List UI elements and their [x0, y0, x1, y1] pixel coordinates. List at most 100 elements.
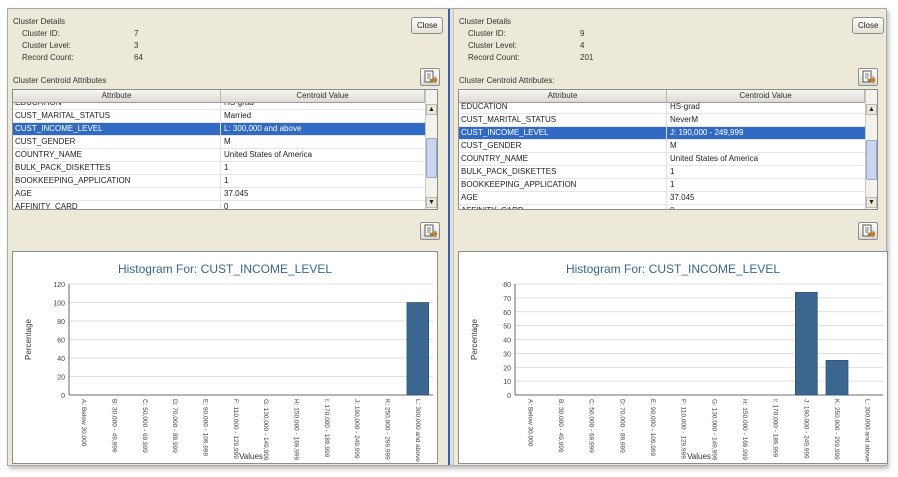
table-row[interactable]: COUNTRY_NAME United States of America — [459, 153, 865, 166]
table-row[interactable]: CUST_INCOME_LEVEL L: 300,000 and above — [13, 123, 425, 136]
centroid-value-cell: NeverM — [670, 115, 699, 124]
column-header-attribute[interactable]: Attribute — [13, 90, 221, 103]
centroid-value-cell: 1 — [670, 167, 675, 176]
table-row[interactable]: BULK_PACK_DISKETTES 1 — [459, 166, 865, 179]
cluster-details-title: Cluster Details — [459, 17, 512, 26]
chart-title: Histogram For: CUST_INCOME_LEVEL — [118, 262, 332, 276]
table-row[interactable]: CUST_MARITAL_STATUS Married — [13, 110, 425, 123]
scroll-down-icon[interactable]: ▼ — [866, 197, 877, 208]
detail-value: 201 — [580, 53, 594, 62]
centroid-value-cell: 1 — [670, 180, 675, 189]
scroll-down-icon[interactable]: ▼ — [426, 197, 437, 208]
y-tick-label: 20 — [503, 365, 511, 372]
centroid-attributes-title: Cluster Centroid Attributes: — [459, 76, 555, 85]
x-axis-label: Values — [687, 452, 711, 461]
table-row[interactable]: CUST_INCOME_LEVEL J: 190,000 - 249,999 — [459, 127, 865, 140]
centroid-value-cell: United States of America — [670, 154, 759, 163]
x-tick-label: G: 130,000 - 149,999 — [262, 399, 269, 461]
x-tick-label: H: 150,000 - 169,999 — [293, 399, 300, 460]
y-tick-label: 70 — [503, 296, 511, 303]
table-row[interactable]: BOOKKEEPING_APPLICATION 1 — [13, 175, 425, 188]
table-row[interactable]: AGE 37.045 — [13, 188, 425, 201]
x-tick-label: J: 190,000 - 249,999 — [353, 399, 360, 459]
x-tick-label: C: 50,000 - 69,999 — [588, 399, 595, 453]
table-row[interactable]: BOOKKEEPING_APPLICATION 1 — [459, 179, 865, 192]
attribute-cell: CUST_GENDER — [13, 136, 221, 148]
export-chart-button[interactable] — [858, 222, 878, 240]
detail-value: 7 — [134, 29, 139, 38]
y-tick-label: 0 — [507, 393, 511, 400]
table-row[interactable]: CUST_MARITAL_STATUS NeverM — [459, 114, 865, 127]
histogram-chart: Histogram For: CUST_INCOME_LEVEL 0 20 40 60 8… — [12, 251, 438, 464]
y-tick-label: 40 — [57, 356, 65, 363]
scroll-up-icon[interactable]: ▲ — [426, 104, 437, 115]
y-tick-label: 120 — [53, 282, 65, 289]
table-vertical-scrollbar[interactable]: ▲ ▼ — [425, 90, 437, 209]
x-tick-label: D: 70,000 - 89,999 — [618, 399, 625, 453]
export-table-button[interactable] — [858, 68, 878, 86]
table-row[interactable]: AFFINITY_CARD0 — [459, 205, 865, 209]
cluster-panel-2: Cluster Details Cluster ID: 9 Cluster Level… — [454, 9, 888, 465]
column-header-centroid-value[interactable]: Centroid Value — [667, 90, 865, 103]
detail-value: 4 — [580, 41, 585, 50]
cluster-panel-1: Cluster Details Cluster ID: 7 Cluster Level… — [8, 9, 448, 465]
histogram-svg: Histogram For: CUST_INCOME_LEVEL 0 20 40 60 8… — [24, 262, 433, 462]
y-tick-label: 100 — [53, 301, 65, 308]
centroid-value-cell: United States of America — [224, 150, 313, 159]
centroid-value-cell: M — [224, 137, 231, 146]
y-tick-label: 40 — [503, 338, 511, 345]
attribute-cell: BOOKKEEPING_APPLICATION — [459, 179, 667, 191]
centroid-value-cell: HS-grad — [670, 103, 700, 111]
x-tick-label: H: 150,000 - 169,999 — [741, 399, 748, 460]
attribute-cell: CUST_MARITAL_STATUS — [459, 114, 667, 126]
column-header-centroid-value[interactable]: Centroid Value — [221, 90, 425, 103]
table-row[interactable]: AGE 37.045 — [459, 192, 865, 205]
x-tick-label: K: 250,000 - 299,999 — [833, 399, 840, 460]
attribute-cell: BOOKKEEPING_APPLICATION — [13, 175, 221, 187]
x-tick-label: B: 30,000 - 49,999 — [111, 399, 118, 453]
x-tick-label: I: 170,000 - 189,999 — [772, 399, 779, 458]
x-tick-label: A: Below 30,000 — [80, 399, 87, 447]
y-tick-label: 20 — [57, 375, 65, 382]
table-row[interactable]: BULK_PACK_DISKETTES 1 — [13, 162, 425, 175]
table-row[interactable]: EDUCATIONHS-grad — [13, 103, 425, 110]
column-header-attribute[interactable]: Attribute — [459, 90, 667, 103]
centroid-table: AttributeCentroid ValueEDUCATIONHS-gradC… — [12, 89, 438, 210]
histogram-chart: Histogram For: CUST_INCOME_LEVEL 0 10 20 30 4… — [458, 251, 888, 464]
detail-value: 3 — [134, 41, 139, 50]
detail-label: Cluster ID: — [22, 29, 60, 38]
table-row[interactable]: CUST_GENDER M — [13, 136, 425, 149]
table-row[interactable]: COUNTRY_NAME United States of America — [13, 149, 425, 162]
scroll-up-icon[interactable]: ▲ — [866, 104, 877, 115]
cluster-detail-row: Cluster ID: 9 — [468, 29, 584, 38]
centroid-value-cell: 37.045 — [670, 193, 695, 202]
x-tick-label: L: 300,000 and above — [864, 399, 871, 462]
table-header: Attribute Centroid Value — [13, 90, 425, 103]
histogram-bar — [406, 302, 430, 396]
export-icon — [424, 70, 437, 84]
export-chart-button[interactable] — [420, 222, 440, 240]
detail-label: Cluster ID: — [468, 29, 506, 38]
table-row[interactable]: AFFINITY_CARD0 — [13, 201, 425, 209]
export-icon — [862, 224, 875, 238]
attribute-cell: BULK_PACK_DISKETTES — [13, 162, 221, 174]
centroid-value-cell: M — [670, 141, 677, 150]
centroid-value-cell: Married — [224, 111, 252, 120]
attribute-cell: CUST_INCOME_LEVEL — [459, 127, 667, 139]
close-button[interactable]: Close — [852, 17, 885, 34]
cluster-detail-row: Cluster Level: 3 — [22, 41, 138, 50]
table-row[interactable]: CUST_GENDER M — [459, 140, 865, 153]
x-tick-label: E: 90,000 - 109,999 — [202, 399, 209, 456]
scrollbar-thumb[interactable] — [866, 140, 877, 180]
attribute-cell: BULK_PACK_DISKETTES — [459, 166, 667, 178]
table-vertical-scrollbar[interactable]: ▲ ▼ — [865, 90, 877, 209]
y-tick-label: 60 — [57, 338, 65, 345]
close-button[interactable]: Close — [411, 17, 444, 34]
y-tick-label: 80 — [503, 282, 511, 289]
scrollbar-thumb[interactable] — [426, 138, 437, 178]
cluster-detail-row: Record Count: 64 — [22, 53, 143, 62]
table-row[interactable]: EDUCATIONHS-grad — [459, 103, 865, 114]
export-table-button[interactable] — [420, 68, 440, 86]
table-header: Attribute Centroid Value — [459, 90, 865, 103]
y-tick-label: 10 — [503, 379, 511, 386]
